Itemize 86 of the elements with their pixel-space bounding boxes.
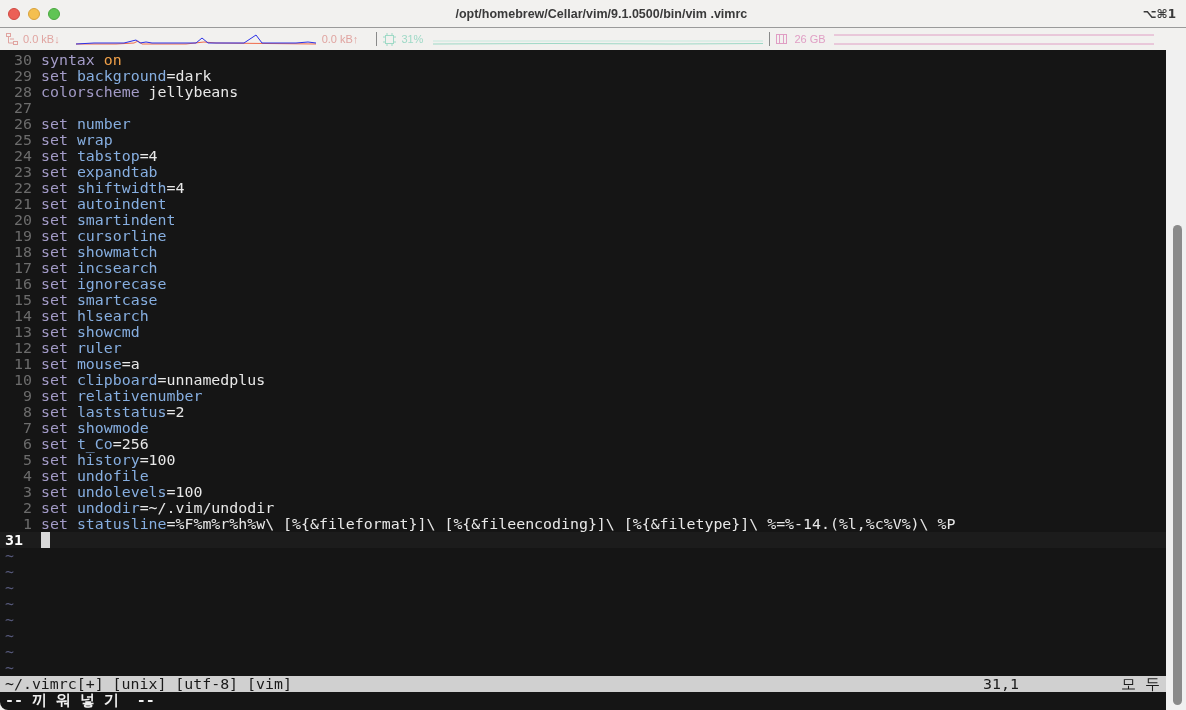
line-number: 23: [13, 164, 32, 180]
line-number: 14: [13, 308, 32, 324]
line-number: 4: [22, 468, 32, 484]
code-line: set showmatch: [41, 244, 158, 260]
line-number: 7: [22, 420, 32, 436]
code-line: set hlsearch: [41, 308, 149, 324]
line-number: 2: [22, 500, 32, 516]
code-line: set shiftwidth=4: [41, 180, 185, 196]
line-number: 28: [13, 84, 32, 100]
line-number: 3: [22, 484, 32, 500]
code-line: set laststatus=2: [41, 404, 185, 420]
memory-icon: [776, 34, 788, 44]
line-number: 5: [22, 452, 32, 468]
line-number: 17: [13, 260, 32, 276]
code-line: set background=dark: [41, 68, 212, 84]
line-number: 20: [13, 212, 32, 228]
network-download: 0.0 kB↓: [23, 33, 60, 45]
line-number: 19: [13, 228, 32, 244]
network-icon: [5, 32, 19, 46]
memory-usage: 26 GB: [794, 33, 826, 45]
code-line: set autoindent: [41, 196, 167, 212]
line-number: 8: [22, 404, 32, 420]
line-number: 18: [13, 244, 32, 260]
code-line: set undofile: [41, 468, 149, 484]
current-line-number: 31: [5, 532, 24, 548]
cpu-icon: [383, 32, 397, 46]
code-line: set cursorline: [41, 228, 167, 244]
code-line: set history=100: [41, 452, 176, 468]
code-line: set expandtab: [41, 164, 158, 180]
scrollbar-thumb[interactable]: [1173, 225, 1182, 705]
line-number: 26: [13, 116, 32, 132]
code-line: colorscheme jellybeans: [41, 84, 239, 100]
code-line: set tabstop=4: [41, 148, 158, 164]
line-number: 11: [13, 356, 32, 372]
window-shortcut: ⌥⌘1: [1142, 6, 1177, 21]
line-number: 25: [13, 132, 32, 148]
code-line: set ruler: [41, 340, 122, 356]
empty-line-marker: ~: [5, 660, 14, 676]
empty-line-marker: ~: [5, 644, 14, 660]
line-number: 12: [13, 340, 32, 356]
code-line: set t_Co=256: [41, 436, 149, 452]
cursor-position: 31,1: [983, 676, 1020, 692]
code-line: set clipboard=unnamedplus: [41, 372, 266, 388]
code-line: set showmode: [41, 420, 149, 436]
code-line: set wrap: [41, 132, 113, 148]
line-number: 22: [13, 180, 32, 196]
code-line: set statusline=%F%m%r%h%w\ [%{&fileformat}]\ [%{&fileencoding}]\ [%{&filetype}]\ %=%-14.(%l,%c%V%)\ %P: [41, 516, 956, 532]
line-number: 30: [13, 52, 32, 68]
code-line: syntax on: [41, 52, 122, 68]
code-line: set incsearch: [41, 260, 158, 276]
empty-line-marker: ~: [5, 628, 14, 644]
code-line: set ignorecase: [41, 276, 167, 292]
minimize-button[interactable]: [28, 7, 40, 20]
code-line: set smartindent: [41, 212, 176, 228]
line-number: 16: [13, 276, 32, 292]
cpu-usage: 31%: [401, 33, 424, 45]
line-number: 1: [22, 516, 32, 532]
line-number: 29: [13, 68, 32, 84]
text-cursor: [41, 532, 50, 548]
code-line: set smartcase: [41, 292, 158, 308]
code-line: set mouse=a: [41, 356, 140, 372]
empty-line-marker: ~: [5, 612, 14, 628]
line-number: 21: [13, 196, 32, 212]
line-number: 27: [13, 100, 32, 116]
line-number: 15: [13, 292, 32, 308]
maximize-button[interactable]: [48, 7, 60, 20]
close-button[interactable]: [8, 7, 20, 20]
code-line: set undolevels=100: [41, 484, 203, 500]
file-info: ~/.vimrc[+] [unix] [utf-8] [vim]: [5, 676, 293, 692]
line-number: 9: [22, 388, 32, 404]
window-title: /opt/homebrew/Cellar/vim/9.1.0500/bin/vim .vimrc: [454, 6, 749, 21]
mode-indicator: -- 끼 워 넣 기 --: [5, 691, 155, 709]
code-line: set number: [41, 116, 131, 132]
empty-line-marker: ~: [5, 596, 14, 612]
code-line: set showcmd: [41, 324, 140, 340]
network-upload: 0.0 kB↑: [321, 33, 359, 45]
empty-line-marker: ~: [5, 580, 14, 596]
code-line: set relativenumber: [41, 388, 203, 404]
line-number: 24: [13, 148, 32, 164]
line-number: 10: [13, 372, 32, 388]
line-number: 13: [13, 324, 32, 340]
code-line: set undodir=~/.vim/undodir: [41, 500, 275, 516]
scroll-position: 모 두: [1121, 676, 1161, 692]
empty-line-marker: ~: [5, 548, 14, 564]
line-number: 6: [22, 436, 32, 452]
empty-line-marker: ~: [5, 564, 14, 580]
